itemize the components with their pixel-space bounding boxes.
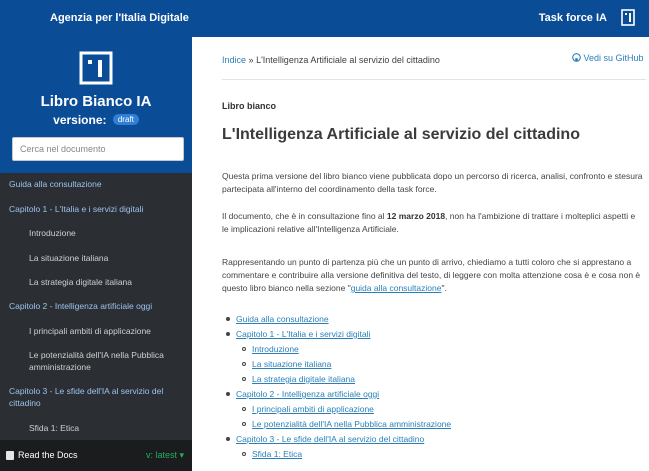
breadcrumb-current: L'Intelligenza Artificiale al servizio d… bbox=[256, 55, 440, 65]
sidebar-item-situazione[interactable]: La situazione italiana bbox=[0, 252, 192, 264]
version-badge: draft bbox=[112, 114, 139, 125]
sidebar-item-capitolo-1[interactable]: Capitolo 1 - L'Italia e i servizi digita… bbox=[0, 203, 192, 215]
guida-consultazione-link[interactable]: guida alla consultazione bbox=[351, 283, 442, 293]
sidebar-menu: Guida alla consultazione Capitolo 1 - L'… bbox=[0, 173, 192, 440]
section-label: Libro bianco bbox=[222, 101, 276, 111]
paragraph-consultazione: Il documento, che è in consultazione fin… bbox=[222, 210, 644, 236]
github-link[interactable]: Vedi su GitHub bbox=[572, 53, 644, 63]
divider bbox=[222, 79, 646, 80]
read-the-docs-label[interactable]: Read the Docs bbox=[18, 450, 78, 460]
toc-item-ambiti[interactable]: I principali ambiti di applicazione bbox=[252, 404, 374, 414]
libro-bianco-logo-icon[interactable] bbox=[79, 51, 113, 85]
github-label[interactable]: Vedi su GitHub bbox=[584, 53, 644, 63]
bullet bbox=[226, 317, 230, 321]
brand: Libro Bianco IA versione: draft bbox=[0, 51, 192, 127]
breadcrumb-home-link[interactable]: Indice bbox=[222, 55, 246, 65]
sidebar-item-sfida-1[interactable]: Sfida 1: Etica bbox=[0, 422, 192, 434]
bullet bbox=[242, 407, 246, 411]
sidebar-item-introduzione[interactable]: Introduzione bbox=[0, 227, 192, 239]
toc-item-introduzione[interactable]: Introduzione bbox=[252, 344, 299, 354]
p2-text-start: Il documento, che è in consultazione fin… bbox=[222, 211, 387, 221]
toc-item-sfida-1[interactable]: Sfida 1: Etica bbox=[252, 449, 302, 459]
sidebar-item-capitolo-3[interactable]: Capitolo 3 - Le sfide dell'IA al servizi… bbox=[0, 385, 175, 409]
bullet bbox=[242, 377, 246, 381]
main-content: Indice » L'Intelligenza Artificiale al s… bbox=[192, 37, 649, 471]
sidebar-item-capitolo-2[interactable]: Capitolo 2 - Intelligenza artificiale og… bbox=[0, 300, 192, 312]
bullet bbox=[226, 437, 230, 441]
search-input[interactable]: Cerca nel documento bbox=[12, 137, 184, 161]
consultation-deadline: 12 marzo 2018 bbox=[386, 211, 446, 221]
sidebar-item-ambiti[interactable]: I principali ambiti di applicazione bbox=[0, 325, 192, 337]
toc-item-capitolo-3[interactable]: Capitolo 3 - Le sfide dell'IA al servizi… bbox=[236, 434, 424, 444]
top-bar: Agenzia per l'Italia Digitale Task force… bbox=[0, 0, 649, 37]
bullet bbox=[242, 362, 246, 366]
bullet bbox=[242, 452, 246, 456]
agency-name[interactable]: Agenzia per l'Italia Digitale bbox=[50, 12, 189, 24]
read-the-docs-bar[interactable]: Read the Docs v: latest ▾ bbox=[0, 440, 192, 471]
page-title: L'Intelligenza Artificiale al servizio d… bbox=[222, 126, 580, 143]
toc-item-guida[interactable]: Guida alla consultazione bbox=[236, 314, 329, 324]
github-icon bbox=[572, 53, 581, 62]
toc-item-strategia[interactable]: La strategia digitale italiana bbox=[252, 374, 355, 384]
paragraph-intro: Questa prima versione del libro bianco v… bbox=[222, 171, 643, 194]
bullet bbox=[242, 347, 246, 351]
sidebar-item-potenzialita[interactable]: Le potenzialità dell'IA nella Pubblica a… bbox=[0, 349, 180, 373]
bullet bbox=[242, 422, 246, 426]
version-selector[interactable]: v: latest ▾ bbox=[146, 450, 184, 461]
task-force-logo-icon[interactable] bbox=[621, 9, 635, 26]
version-label: versione: bbox=[53, 113, 107, 127]
toc-item-capitolo-2[interactable]: Capitolo 2 - Intelligenza artificiale og… bbox=[236, 389, 379, 399]
version-line: versione: draft bbox=[0, 113, 192, 127]
toc-item-potenzialita[interactable]: Le potenzialità dell'IA nella Pubblica a… bbox=[252, 419, 451, 429]
task-force-link[interactable]: Task force IA bbox=[539, 12, 607, 24]
sidebar-item-guida[interactable]: Guida alla consultazione bbox=[0, 178, 192, 190]
book-icon bbox=[6, 451, 14, 460]
sidebar: Libro Bianco IA versione: draft Cerca ne… bbox=[0, 37, 192, 471]
p3-text-end: ". bbox=[441, 283, 447, 293]
bullet bbox=[226, 332, 230, 336]
breadcrumb: Indice » L'Intelligenza Artificiale al s… bbox=[222, 55, 440, 65]
toc-item-situazione[interactable]: La situazione italiana bbox=[252, 359, 331, 369]
bullet bbox=[226, 392, 230, 396]
toc-item-capitolo-1[interactable]: Capitolo 1 - L'Italia e i servizi digita… bbox=[236, 329, 370, 339]
breadcrumb-separator: » bbox=[248, 55, 254, 65]
paragraph-invito: Rappresentando un punto di partenza più … bbox=[222, 256, 644, 295]
project-title[interactable]: Libro Bianco IA bbox=[0, 93, 192, 110]
sidebar-item-strategia[interactable]: La strategia digitale italiana bbox=[0, 276, 192, 288]
